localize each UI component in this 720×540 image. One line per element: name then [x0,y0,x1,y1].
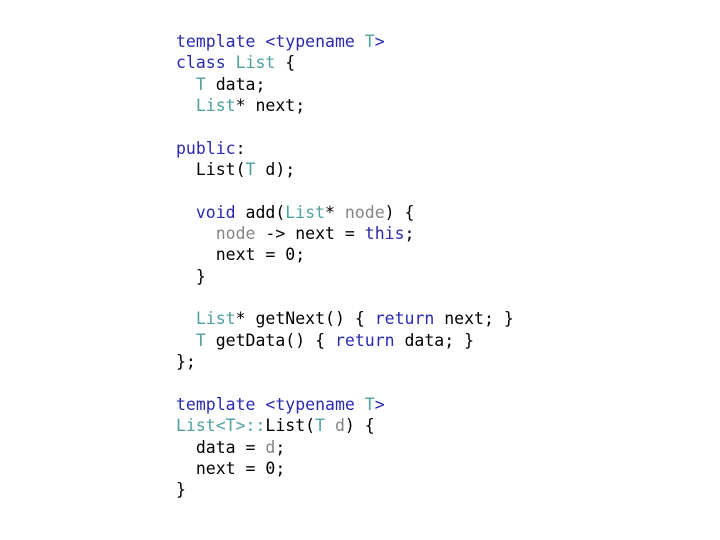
code-token: ) { [344,416,375,436]
code-token: * next; [235,96,306,116]
code-line: next = 0; [176,244,514,265]
code-token: } [176,266,206,286]
code-token: > [374,32,385,51]
code-token: T [195,74,206,94]
code-line: public: [176,138,514,159]
code-token: -> next = [255,224,365,244]
code-line: class List { [176,52,514,73]
code-token: }; [176,352,196,372]
code-line: node -> next = this; [176,223,514,244]
code-line: } [176,266,514,287]
code-token: getData() { [205,330,335,350]
code-token: List<T>:: [176,416,266,436]
code-token: < [255,32,276,51]
code-token: T [245,160,256,180]
code-token: add( [235,202,286,222]
code-token: } [176,480,186,500]
code-line: List(T d); [176,159,514,180]
code-token: next = 0; [176,458,286,478]
code-token: List [195,96,236,116]
code-token: node [344,202,385,222]
code-token: template [176,32,256,51]
code-token: List [285,202,326,222]
code-line: T data; [176,74,514,95]
code-token: return [374,309,435,329]
code-token: : [235,138,246,158]
code-line: }; [176,351,514,372]
code-token: List [235,53,276,73]
code-token: this [364,224,405,244]
code-token: template [176,394,256,414]
code-token: List [195,309,236,329]
code-token: * getNext() { [235,309,375,329]
code-token: ; [275,437,286,457]
code-line: } [176,479,514,500]
code-listing: template <typename T> class List { T data… [176,31,514,501]
code-token: node [215,224,256,244]
code-line: T getData() { return data; } [176,330,514,351]
code-token: public [176,138,236,158]
code-token: > [374,394,385,414]
code-token: T [364,32,375,51]
code-token: next = 0; [176,245,306,265]
code-token: typename [275,394,355,414]
code-token: data = [176,437,266,457]
code-token: next; } [434,309,514,329]
code-line: template <typename T> [176,31,514,52]
code-token: { [275,53,296,73]
code-token: T [364,394,375,414]
code-token: d [334,416,345,436]
code-token: ; [404,224,415,244]
code-line: List* next; [176,95,514,116]
code-token: data; [205,74,266,94]
code-token: typename [275,32,355,51]
code-line: template <typename T> [176,394,514,415]
code-token: List( [265,416,316,436]
code-line: List<T>::List(T d) { [176,415,514,436]
code-token: ) { [384,202,415,222]
code-token: return [334,330,395,350]
code-token: T [195,330,206,350]
code-token: List( [176,160,246,180]
code-token: * [325,202,345,222]
code-token: T [315,416,326,436]
code-token: data; } [394,330,475,350]
code-line: next = 0; [176,458,514,479]
code-line: List* getNext() { return next; } [176,308,514,329]
code-token: d [265,437,276,457]
code-token: void [195,202,236,222]
code-token: d); [255,160,296,180]
code-line: void add(List* node) { [176,202,514,223]
code-line: data = d; [176,437,514,458]
code-token: class [176,53,226,73]
code-token: < [255,394,276,414]
